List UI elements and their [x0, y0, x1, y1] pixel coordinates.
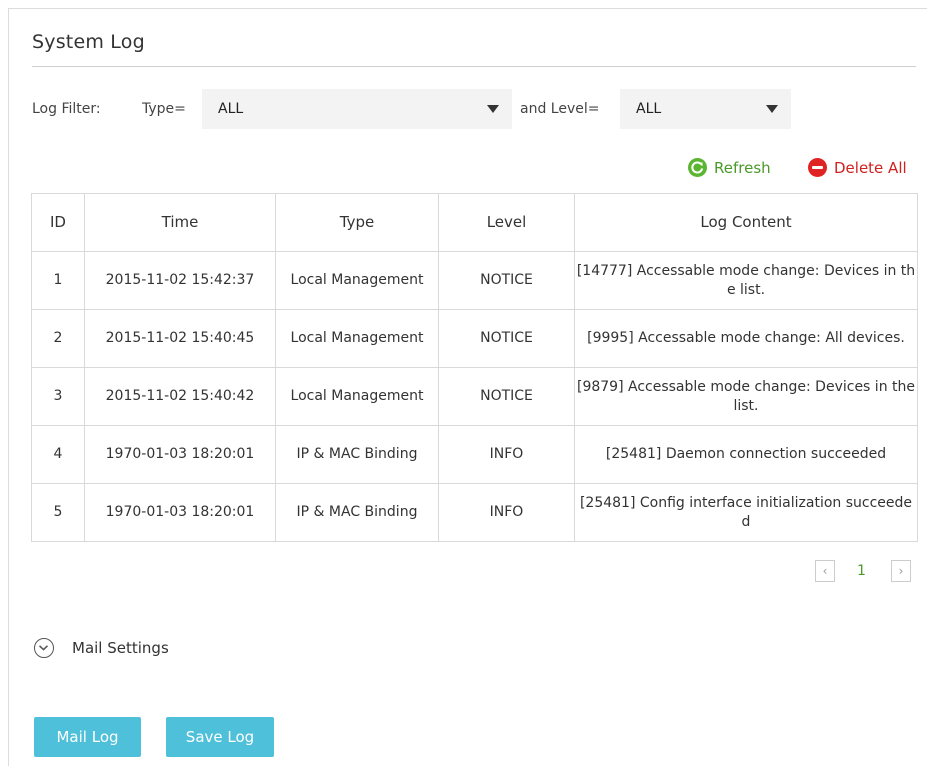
table-row: 3 2015-11-02 15:40:42 Local Management N…	[31, 367, 918, 426]
cell-level: INFO	[438, 425, 575, 484]
mail-settings-label: Mail Settings	[72, 639, 169, 657]
cell-log-content: [9879] Accessable mode change: Devices i…	[574, 367, 918, 426]
table-row: 5 1970-01-03 18:20:01 IP & MAC Binding I…	[31, 483, 918, 542]
cell-type: Local Management	[275, 251, 439, 310]
refresh-label: Refresh	[714, 158, 771, 177]
table-row: 4 1970-01-03 18:20:01 IP & MAC Binding I…	[31, 425, 918, 484]
cell-type: IP & MAC Binding	[275, 425, 439, 484]
table-row: 1 2015-11-02 15:42:37 Local Management N…	[31, 251, 918, 310]
cell-id: 2	[31, 309, 85, 368]
cell-id: 5	[31, 483, 85, 542]
mail-log-button[interactable]: Mail Log	[34, 717, 141, 757]
delete-icon	[808, 158, 827, 177]
delete-all-button[interactable]: Delete All	[808, 158, 907, 177]
cell-type: IP & MAC Binding	[275, 483, 439, 542]
cell-time: 1970-01-03 18:20:01	[84, 425, 276, 484]
type-filter-label: Type=	[142, 101, 186, 117]
column-header-level: Level	[438, 193, 575, 252]
column-header-log-content: Log Content	[574, 193, 918, 252]
cell-id: 1	[31, 251, 85, 310]
refresh-button[interactable]: Refresh	[688, 158, 771, 177]
cell-log-content: [14777] Accessable mode change: Devices …	[574, 251, 918, 310]
chevron-down-icon	[766, 105, 778, 113]
chevron-down-circle-icon	[34, 638, 54, 658]
cell-level: NOTICE	[438, 251, 575, 310]
chevron-right-icon: ›	[898, 564, 904, 578]
title-divider	[32, 66, 916, 67]
cell-time: 1970-01-03 18:20:01	[84, 483, 276, 542]
level-select[interactable]: ALL	[620, 89, 791, 129]
column-header-type: Type	[275, 193, 439, 252]
save-log-button[interactable]: Save Log	[166, 717, 274, 757]
cell-log-content: [25481] Daemon connection succeeded	[574, 425, 918, 484]
cell-type: Local Management	[275, 367, 439, 426]
type-select-value: ALL	[218, 101, 244, 117]
cell-time: 2015-11-02 15:42:37	[84, 251, 276, 310]
table-row: 2 2015-11-02 15:40:45 Local Management N…	[31, 309, 918, 368]
level-select-value: ALL	[636, 101, 662, 117]
delete-all-label: Delete All	[834, 158, 907, 177]
cell-level: NOTICE	[438, 367, 575, 426]
previous-page-button[interactable]: ‹	[815, 560, 835, 582]
cell-level: NOTICE	[438, 309, 575, 368]
cell-level: INFO	[438, 483, 575, 542]
cell-log-content: [25481] Config interface initialization …	[574, 483, 918, 542]
table-header-row: ID Time Type Level Log Content	[31, 193, 918, 252]
mail-settings-toggle[interactable]: Mail Settings	[34, 638, 169, 658]
cell-id: 3	[31, 367, 85, 426]
page-title: System Log	[32, 31, 145, 53]
chevron-left-icon: ‹	[822, 564, 828, 578]
type-select[interactable]: ALL	[202, 89, 512, 129]
cell-log-content: [9995] Accessable mode change: All devic…	[574, 309, 918, 368]
cell-type: Local Management	[275, 309, 439, 368]
cell-time: 2015-11-02 15:40:45	[84, 309, 276, 368]
next-page-button[interactable]: ›	[891, 560, 911, 582]
chevron-down-icon	[487, 105, 499, 113]
refresh-icon	[688, 158, 707, 177]
cell-time: 2015-11-02 15:40:42	[84, 367, 276, 426]
system-log-table: ID Time Type Level Log Content 1 2015-11…	[31, 193, 918, 542]
current-page-number[interactable]: 1	[857, 563, 866, 579]
cell-id: 4	[31, 425, 85, 484]
log-filter-label: Log Filter:	[32, 101, 101, 117]
level-filter-label: and Level=	[520, 101, 600, 117]
column-header-id: ID	[31, 193, 85, 252]
column-header-time: Time	[84, 193, 276, 252]
